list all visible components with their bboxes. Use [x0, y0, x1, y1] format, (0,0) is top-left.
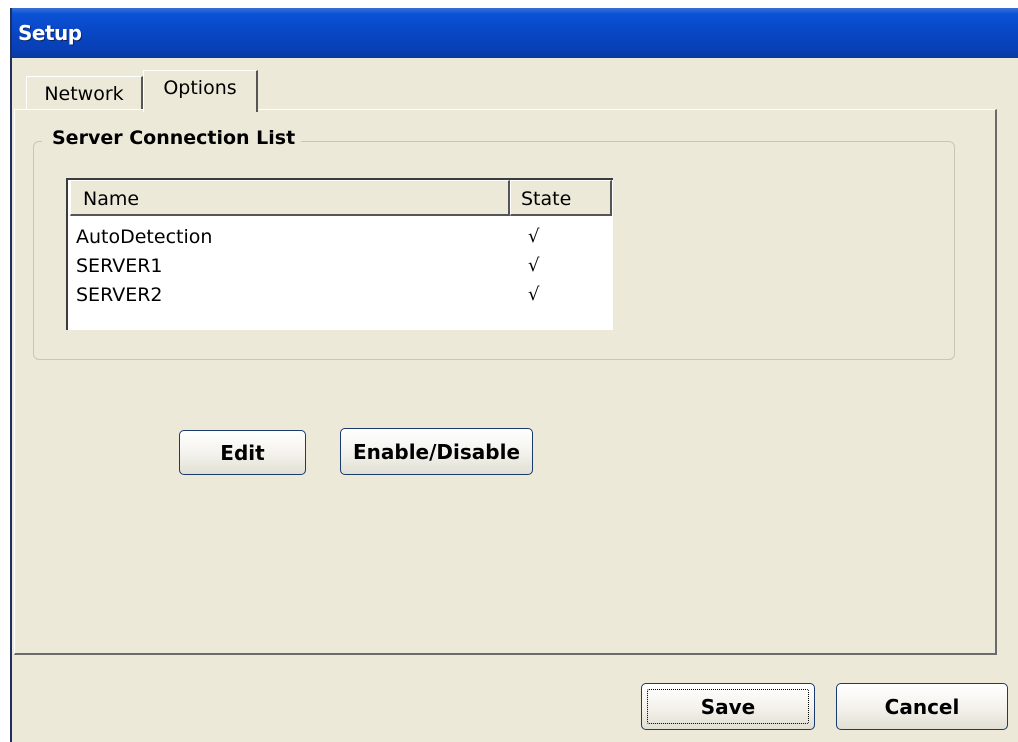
row-state-check: √ [528, 284, 540, 305]
row-state-check: √ [528, 255, 540, 276]
server-connection-list[interactable]: Name State AutoDetection √ SERVER1 √ SER… [66, 178, 613, 330]
table-row[interactable]: AutoDetection √ [70, 224, 610, 253]
column-header-state-label: State [521, 188, 572, 210]
tab-network-label: Network [44, 83, 124, 105]
server-connection-list-label: Server Connection List [42, 127, 302, 149]
row-state-check: √ [528, 226, 540, 247]
table-row[interactable]: SERVER1 √ [70, 253, 610, 282]
table-row[interactable]: SERVER2 √ [70, 282, 610, 311]
row-name: AutoDetection [76, 226, 213, 248]
save-button-label: Save [700, 694, 756, 719]
cancel-button-label: Cancel [884, 694, 960, 719]
tab-network[interactable]: Network [26, 76, 143, 110]
tab-options[interactable]: Options [143, 70, 258, 112]
title-bar[interactable]: Setup [12, 8, 1018, 58]
column-header-name-label: Name [83, 188, 140, 210]
save-button[interactable]: Save [641, 683, 815, 730]
cancel-button[interactable]: Cancel [836, 683, 1008, 730]
tab-options-label: Options [163, 77, 237, 99]
edit-button-label: Edit [220, 440, 265, 465]
enable-disable-button-label: Enable/Disable [352, 439, 521, 464]
row-name: SERVER1 [76, 255, 163, 277]
edit-button[interactable]: Edit [179, 430, 306, 475]
window-title: Setup [18, 21, 82, 45]
list-header: Name State [70, 180, 612, 218]
row-name: SERVER2 [76, 284, 163, 306]
column-header-state[interactable]: State [510, 180, 612, 216]
enable-disable-button[interactable]: Enable/Disable [340, 428, 533, 475]
column-header-name[interactable]: Name [70, 180, 510, 216]
